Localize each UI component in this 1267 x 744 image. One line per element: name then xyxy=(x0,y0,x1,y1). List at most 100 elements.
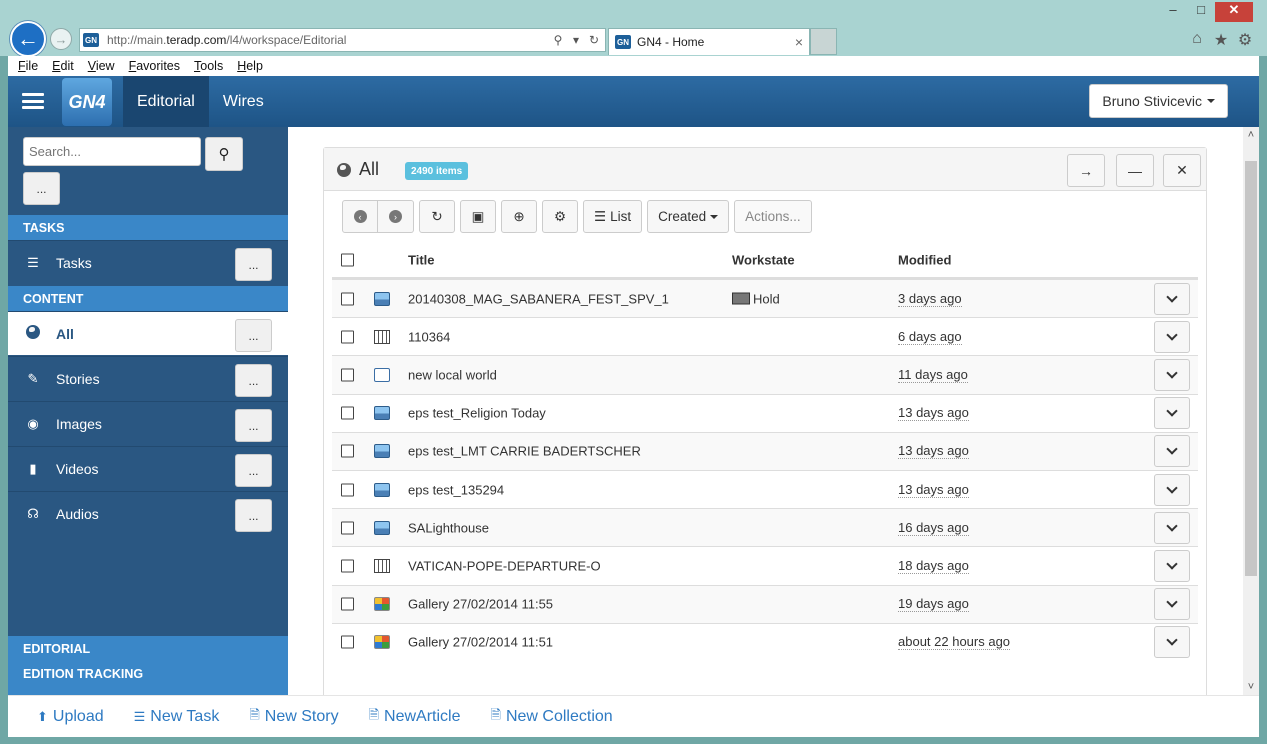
new-task-link[interactable]: ☰ New Task xyxy=(134,708,220,726)
hamburger-menu-icon[interactable] xyxy=(22,93,44,109)
row-expand-button[interactable] xyxy=(1154,358,1190,391)
list-view-button[interactable]: ☰ List xyxy=(583,200,643,233)
scrollbar-thumb[interactable] xyxy=(1245,161,1257,576)
tab-wires[interactable]: Wires xyxy=(209,76,278,127)
scroll-up-icon[interactable]: ˄ xyxy=(1243,129,1259,141)
sidebar-item-videos[interactable]: ▮ Videos ... xyxy=(8,446,288,490)
back-button[interactable]: ← xyxy=(10,21,46,57)
audios-more-button[interactable]: ... xyxy=(235,499,272,532)
table-row[interactable]: Gallery 27/02/2014 11:55 19 days ago xyxy=(332,584,1198,623)
row-expand-button[interactable] xyxy=(1154,473,1190,506)
settings-button[interactable]: ⚙ xyxy=(542,200,578,233)
sort-dropdown[interactable]: Created xyxy=(647,200,730,233)
row-title[interactable]: Gallery 27/02/2014 11:55 xyxy=(408,597,553,612)
table-row[interactable]: eps test_135294 13 days ago xyxy=(332,469,1198,508)
row-title[interactable]: SALighthouse xyxy=(408,520,489,535)
section-header-editorial[interactable]: EDITORIAL xyxy=(23,642,90,656)
home-icon[interactable]: ⌂ xyxy=(1189,30,1205,50)
row-title[interactable]: 20140308_MAG_SABANERA_FEST_SPV_1 xyxy=(408,291,669,306)
row-checkbox[interactable] xyxy=(341,635,354,649)
videos-more-button[interactable]: ... xyxy=(235,454,272,487)
row-expand-button[interactable] xyxy=(1154,511,1190,544)
menu-file[interactable]: File xyxy=(18,59,38,73)
row-title[interactable]: eps test_Religion Today xyxy=(408,406,546,421)
stories-more-button[interactable]: ... xyxy=(235,364,272,397)
actions-button[interactable]: Actions... xyxy=(734,200,812,233)
section-header-tasks[interactable]: TASKS xyxy=(8,215,288,240)
row-checkbox[interactable] xyxy=(341,483,354,497)
minimize-button[interactable]: – xyxy=(1159,2,1187,22)
row-checkbox[interactable] xyxy=(341,368,354,382)
table-row[interactable]: SALighthouse 16 days ago xyxy=(332,508,1198,547)
menu-help[interactable]: Help xyxy=(237,59,263,73)
browser-tab[interactable]: GN GN4 - Home × xyxy=(608,28,810,55)
zoom-button[interactable]: ⊕ xyxy=(501,200,537,233)
table-row[interactable]: new local world 11 days ago xyxy=(332,355,1198,394)
gn4-logo[interactable]: GN4 xyxy=(62,78,112,126)
row-expand-button[interactable] xyxy=(1154,397,1190,430)
row-checkbox[interactable] xyxy=(341,559,354,573)
menu-edit[interactable]: Edit xyxy=(52,59,74,73)
menu-view[interactable]: View xyxy=(88,59,115,73)
row-title[interactable]: 110364 xyxy=(408,329,450,344)
dropdown-icon[interactable]: ▾ xyxy=(569,33,583,47)
search-icon[interactable]: ⚲ xyxy=(551,33,565,47)
url-text[interactable]: http://main.teradp.com/l4/workspace/Edit… xyxy=(107,33,551,47)
row-checkbox[interactable] xyxy=(341,406,354,420)
settings-gear-icon[interactable]: ⚙ xyxy=(1237,30,1253,50)
sidebar-item-images[interactable]: ◉ Images ... xyxy=(8,401,288,445)
search-options-button[interactable]: ... xyxy=(23,172,60,205)
new-tab-button[interactable] xyxy=(810,28,837,55)
column-modified[interactable]: Modified xyxy=(898,253,951,268)
row-title[interactable]: new local world xyxy=(408,367,497,382)
table-row[interactable]: eps test_Religion Today 13 days ago xyxy=(332,393,1198,432)
section-header-content[interactable]: CONTENT xyxy=(8,286,288,311)
refresh-button[interactable]: ↻ xyxy=(419,200,455,233)
row-checkbox[interactable] xyxy=(341,330,354,344)
tab-editorial[interactable]: Editorial xyxy=(123,76,209,127)
row-title[interactable]: Gallery 27/02/2014 11:51 xyxy=(408,635,553,650)
column-title[interactable]: Title xyxy=(408,253,435,268)
maximize-button[interactable]: □ xyxy=(1187,2,1215,22)
user-menu-button[interactable]: Bruno Stivicevic xyxy=(1089,84,1228,118)
row-expand-button[interactable] xyxy=(1154,626,1190,659)
menu-favorites[interactable]: Favorites xyxy=(129,59,180,73)
address-bar[interactable]: GN http://main.teradp.com/l4/workspace/E… xyxy=(79,28,606,52)
tab-close-icon[interactable]: × xyxy=(795,34,803,50)
row-expand-button[interactable] xyxy=(1154,435,1190,468)
row-title[interactable]: eps test_LMT CARRIE BADERTSCHER xyxy=(408,444,641,459)
refresh-icon[interactable]: ↻ xyxy=(587,33,601,47)
sidebar-item-all[interactable]: All ... xyxy=(8,311,288,355)
new-story-link[interactable]: 🗎 New Story xyxy=(249,706,338,728)
sidebar-item-audios[interactable]: ☊ Audios ... xyxy=(8,491,288,535)
scroll-down-icon[interactable]: ˅ xyxy=(1243,681,1259,693)
minimize-panel-button[interactable]: — xyxy=(1116,154,1154,187)
favorites-star-icon[interactable]: ★ xyxy=(1213,30,1229,50)
window-close-button[interactable]: ✕ xyxy=(1215,2,1253,22)
row-checkbox[interactable] xyxy=(341,292,354,306)
row-title[interactable]: VATICAN-POPE-DEPARTURE-O xyxy=(408,558,601,573)
all-more-button[interactable]: ... xyxy=(235,319,272,352)
sidebar-item-tasks[interactable]: ☰ Tasks ... xyxy=(8,240,288,284)
row-expand-button[interactable] xyxy=(1154,282,1190,315)
save-button[interactable]: ▣ xyxy=(460,200,496,233)
vertical-scrollbar[interactable]: ˄ ˅ xyxy=(1243,127,1259,695)
images-more-button[interactable]: ... xyxy=(235,409,272,442)
pin-button[interactable]: → xyxy=(1067,154,1105,187)
table-row[interactable]: 20140308_MAG_SABANERA_FEST_SPV_1 Hold 3 da… xyxy=(332,279,1198,318)
sidebar-item-stories[interactable]: ✎ Stories ... xyxy=(8,356,288,400)
next-button[interactable]: › xyxy=(378,200,414,233)
new-collection-link[interactable]: 🗎 New Collection xyxy=(491,706,613,728)
section-header-edition-tracking[interactable]: EDITION TRACKING xyxy=(23,667,143,681)
row-expand-button[interactable] xyxy=(1154,320,1190,353)
table-row[interactable]: Gallery 27/02/2014 11:51 about 22 hours a… xyxy=(332,622,1198,661)
search-button[interactable]: ⚲ xyxy=(205,137,243,171)
table-row[interactable]: VATICAN-POPE-DEPARTURE-O 18 days ago xyxy=(332,546,1198,584)
menu-tools[interactable]: Tools xyxy=(194,59,223,73)
row-title[interactable]: eps test_135294 xyxy=(408,482,504,497)
table-row[interactable]: eps test_LMT CARRIE BADERTSCHER 13 days a… xyxy=(332,431,1198,470)
close-panel-button[interactable]: ✕ xyxy=(1163,154,1201,187)
row-checkbox[interactable] xyxy=(341,521,354,535)
select-all-checkbox[interactable] xyxy=(341,253,354,267)
row-checkbox[interactable] xyxy=(341,597,354,611)
